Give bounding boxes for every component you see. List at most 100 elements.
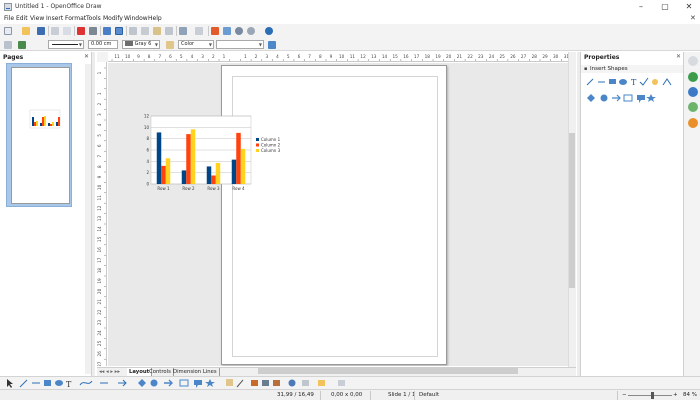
undo-icon[interactable]: [179, 27, 187, 35]
menu-help[interactable]: Help: [148, 15, 162, 22]
restore-button[interactable]: ▢: [654, 0, 676, 14]
open-folder-icon[interactable]: [22, 27, 30, 35]
rectangle-tool-icon[interactable]: [609, 79, 616, 84]
line-tool-icon[interactable]: [19, 379, 28, 388]
slide-thumbnail[interactable]: [11, 67, 70, 204]
curve-tool-icon[interactable]: [639, 77, 649, 86]
rotate-icon[interactable]: [302, 380, 309, 386]
select-tool-icon[interactable]: [7, 379, 13, 388]
horizontal-ruler[interactable]: 11 10 9 8 7 6 5 4 3 2 1 1 2 3 4 5 6 7 8 9 10 11 12 13 14 15 16 17 18…: [108, 52, 568, 62]
arrow-style-icon[interactable]: [18, 41, 26, 49]
styles-deck-icon[interactable]: [688, 87, 698, 97]
collapse-icon[interactable]: ▪: [584, 66, 587, 72]
fontwork-icon[interactable]: [251, 380, 258, 386]
auto-spellcheck-icon[interactable]: [115, 27, 123, 35]
symbol-shapes-icon[interactable]: [600, 94, 608, 102]
bar-chart[interactable]: 024681012Row 1 Row 2 Row 3 Row 4Column 1Col…: [139, 112, 287, 198]
extrusion-icon[interactable]: [288, 379, 296, 387]
spellcheck-icon[interactable]: [103, 27, 111, 35]
polygon-tool-icon[interactable]: [662, 78, 672, 86]
chart-icon[interactable]: [211, 27, 219, 35]
email-icon[interactable]: [63, 27, 71, 35]
close-window-button[interactable]: ✕: [678, 0, 700, 14]
redo-icon[interactable]: [195, 27, 203, 35]
flowchart-icon[interactable]: [179, 379, 189, 387]
line-style-select[interactable]: ▼: [48, 40, 84, 49]
area-style-select[interactable]: Color ▼: [178, 40, 214, 49]
callout-icon[interactable]: [637, 95, 645, 103]
align-icon[interactable]: [318, 380, 325, 386]
curve-tool-icon[interactable]: [79, 380, 93, 386]
menu-view[interactable]: View: [30, 15, 44, 22]
connector-tool-icon[interactable]: [652, 79, 658, 85]
basic-shapes-icon[interactable]: [587, 94, 595, 102]
pages-scrollbar[interactable]: [85, 64, 91, 374]
menu-file[interactable]: File: [4, 15, 14, 22]
horizontal-scrollbar-thumb[interactable]: [258, 368, 518, 374]
gallery-icon[interactable]: [273, 380, 280, 386]
new-document-icon[interactable]: [4, 27, 12, 35]
line-color-select[interactable]: Gray 6 ▼: [122, 40, 160, 49]
points-icon[interactable]: [226, 379, 233, 386]
image-icon[interactable]: [262, 380, 269, 386]
ellipse-tool-icon[interactable]: [619, 79, 627, 85]
text-tool-icon[interactable]: T: [66, 380, 72, 389]
zoom-icon[interactable]: [247, 27, 255, 35]
table-icon[interactable]: [223, 27, 231, 35]
area-icon[interactable]: [166, 41, 174, 49]
drawing-canvas[interactable]: [108, 63, 568, 366]
pages-panel-splitter[interactable]: [92, 52, 95, 376]
stars-icon[interactable]: [646, 94, 656, 102]
sidebar-menu-icon[interactable]: [688, 56, 698, 66]
shadow-icon[interactable]: [268, 41, 276, 49]
stars-icon[interactable]: [205, 379, 215, 387]
menu-tools[interactable]: Tools: [86, 15, 101, 22]
properties-deck-icon[interactable]: [688, 72, 698, 82]
line-icon[interactable]: [4, 41, 12, 49]
menu-edit[interactable]: Edit: [16, 15, 28, 22]
print-icon[interactable]: [89, 27, 97, 35]
close-icon[interactable]: ✕: [676, 53, 681, 60]
close-icon[interactable]: ✕: [84, 53, 89, 60]
clone-format-icon[interactable]: [165, 27, 173, 35]
gallery-deck-icon[interactable]: [688, 102, 698, 112]
vertical-scrollbar-thumb[interactable]: [569, 133, 575, 288]
line-tool-icon[interactable]: [586, 78, 594, 86]
symbol-shapes-icon[interactable]: [150, 379, 158, 387]
rectangle-tool-icon[interactable]: [44, 380, 51, 386]
navigator-icon[interactable]: [235, 27, 243, 35]
menu-insert[interactable]: Insert: [46, 15, 63, 22]
zoom-slider-track[interactable]: [628, 395, 672, 396]
close-document-button[interactable]: ✕: [690, 14, 696, 22]
cut-icon[interactable]: [129, 27, 137, 35]
ellipse-tool-icon[interactable]: [55, 380, 63, 386]
arrange-icon[interactable]: [338, 380, 345, 386]
menu-window[interactable]: Window: [124, 15, 148, 22]
glue-points-icon[interactable]: [236, 379, 244, 388]
menu-modify[interactable]: Modify: [103, 15, 123, 22]
area-fill-select[interactable]: ▼: [216, 40, 264, 49]
minimize-button[interactable]: –: [630, 0, 652, 14]
zoom-level[interactable]: 84 %: [683, 392, 697, 398]
callout-icon[interactable]: [194, 380, 202, 388]
text-tool-icon[interactable]: T: [631, 78, 637, 87]
paste-icon[interactable]: [153, 27, 161, 35]
export-pdf-icon[interactable]: [77, 27, 85, 35]
drawing-page[interactable]: [221, 65, 447, 365]
help-icon[interactable]: [265, 27, 273, 35]
line-width-field[interactable]: 0.00 cm: [88, 40, 118, 49]
vertical-ruler[interactable]: 1 1 2 3 4 5 6 7 8 9 10 11 12 13 14 15 16 17 18 19 20 21 22 23 24…: [97, 62, 107, 366]
menu-format[interactable]: Format: [65, 15, 86, 22]
lines-arrows-icon[interactable]: [118, 379, 127, 387]
block-arrows-icon[interactable]: [164, 379, 173, 387]
zoom-slider-handle[interactable]: [651, 392, 655, 399]
zoom-in-button[interactable]: +: [673, 392, 678, 398]
edit-file-icon[interactable]: [51, 27, 59, 35]
basic-shapes-icon[interactable]: [138, 379, 146, 387]
block-arrows-icon[interactable]: [612, 94, 621, 102]
zoom-out-button[interactable]: −: [622, 392, 627, 398]
save-icon[interactable]: [37, 27, 45, 35]
copy-icon[interactable]: [141, 27, 149, 35]
navigator-deck-icon[interactable]: [688, 118, 698, 128]
flowchart-icon[interactable]: [623, 94, 633, 102]
